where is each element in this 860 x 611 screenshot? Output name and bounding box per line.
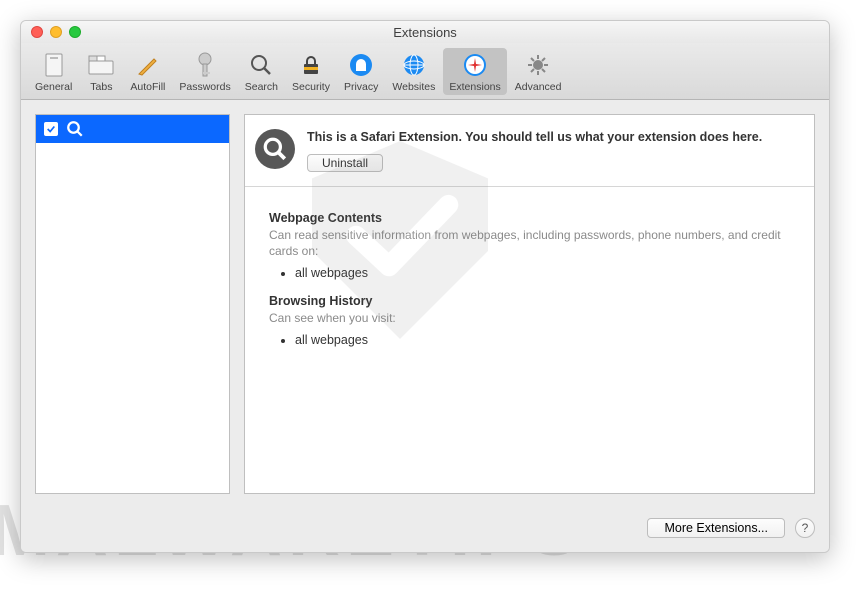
tab-label: Extensions (449, 81, 500, 93)
tab-autofill[interactable]: AutoFill (124, 48, 171, 95)
privacy-icon (347, 51, 375, 79)
perm-item: all webpages (295, 266, 794, 280)
tabs-icon (87, 51, 115, 79)
help-button[interactable]: ? (795, 518, 815, 538)
tab-label: AutoFill (130, 81, 165, 93)
tab-label: Passwords (179, 81, 230, 93)
window-title: Extensions (21, 25, 829, 40)
sidebar-extension-item[interactable] (36, 115, 229, 143)
websites-icon (400, 51, 428, 79)
preferences-window: Extensions General Tabs AutoFill Passwor… (20, 20, 830, 553)
permissions-section: Webpage Contents Can read sensitive info… (245, 187, 814, 380)
extension-large-icon (255, 129, 295, 169)
extension-description: This is a Safari Extension. You should t… (307, 129, 798, 146)
content-area: This is a Safari Extension. You should t… (21, 100, 829, 508)
tab-advanced[interactable]: Advanced (509, 48, 568, 95)
search-icon (247, 51, 275, 79)
extensions-sidebar (35, 114, 230, 494)
more-extensions-button[interactable]: More Extensions... (647, 518, 785, 538)
perm-browsing-history-title: Browsing History (269, 294, 794, 308)
extension-enable-checkbox[interactable] (44, 122, 58, 136)
passwords-icon (191, 51, 219, 79)
tab-label: Advanced (515, 81, 562, 93)
detail-header: This is a Safari Extension. You should t… (245, 115, 814, 187)
advanced-icon (524, 51, 552, 79)
uninstall-button[interactable]: Uninstall (307, 154, 383, 172)
perm-browsing-history-desc: Can see when you visit: (269, 310, 794, 326)
tab-privacy[interactable]: Privacy (338, 48, 384, 95)
tab-label: Tabs (90, 81, 112, 93)
footer-bar: More Extensions... ? (21, 508, 829, 552)
preferences-toolbar: General Tabs AutoFill Passwords Search (21, 43, 829, 100)
perm-webpage-contents-desc: Can read sensitive information from webp… (269, 227, 794, 259)
general-icon (40, 51, 68, 79)
extensions-icon (461, 51, 489, 79)
tab-websites[interactable]: Websites (386, 48, 441, 95)
tab-security[interactable]: Security (286, 48, 336, 95)
tab-general[interactable]: General (29, 48, 78, 95)
titlebar: Extensions (21, 21, 829, 43)
perm-item: all webpages (295, 333, 794, 347)
tab-extensions[interactable]: Extensions (443, 48, 506, 95)
tab-search[interactable]: Search (239, 48, 284, 95)
autofill-icon (134, 51, 162, 79)
security-icon (297, 51, 325, 79)
tab-label: Search (245, 81, 278, 93)
tab-label: General (35, 81, 72, 93)
tab-label: Privacy (344, 81, 378, 93)
tab-label: Security (292, 81, 330, 93)
perm-webpage-contents-title: Webpage Contents (269, 211, 794, 225)
tab-passwords[interactable]: Passwords (173, 48, 236, 95)
magnifier-icon (66, 120, 84, 138)
extension-detail-panel: This is a Safari Extension. You should t… (244, 114, 815, 494)
tab-tabs[interactable]: Tabs (80, 48, 122, 95)
tab-label: Websites (392, 81, 435, 93)
